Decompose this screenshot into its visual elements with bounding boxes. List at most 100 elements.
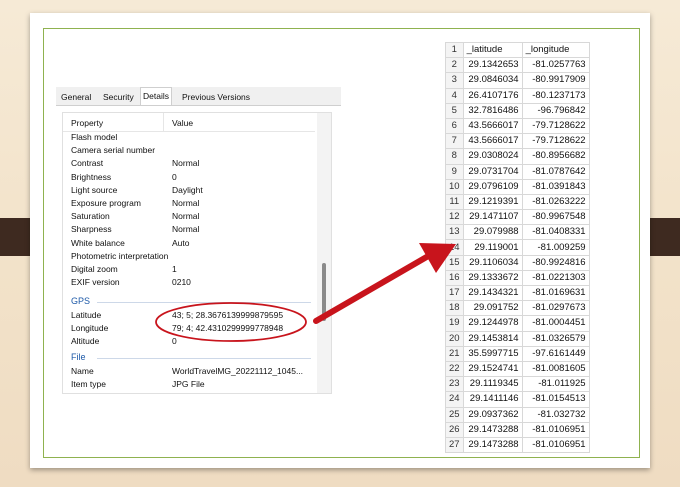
latitude-cell[interactable]: 29.1524741 [462, 360, 523, 378]
longitude-cell[interactable]: -81.032732 [521, 406, 590, 423]
row-number[interactable]: 22 [445, 360, 464, 378]
longitude-cell[interactable]: -81.0787642 [521, 163, 590, 180]
longitude-cell[interactable]: -81.0106951 [521, 436, 590, 454]
longitude-cell[interactable]: -81.0263222 [521, 193, 590, 211]
latitude-cell[interactable]: 35.5997715 [462, 345, 523, 362]
row-number[interactable]: 23 [445, 376, 464, 393]
tab-security[interactable]: Security [101, 90, 136, 104]
row-number[interactable]: 10 [445, 178, 464, 195]
row-number[interactable]: 9 [445, 163, 464, 180]
longitude-cell[interactable]: -81.0154513 [521, 391, 590, 408]
latitude-cell[interactable]: 29.1244978 [462, 315, 523, 332]
latitude-cell[interactable]: 29.1411146 [462, 391, 523, 408]
property-row[interactable]: Flash model [63, 131, 315, 144]
property-row[interactable]: Photometric interpretation [63, 250, 315, 263]
row-number[interactable]: 17 [445, 284, 464, 302]
longitude-cell[interactable]: -80.9967548 [521, 209, 590, 226]
latitude-cell[interactable]: 29.1333672 [462, 269, 523, 287]
latitude-cell[interactable]: 43.5666017 [462, 133, 523, 150]
longitude-cell[interactable]: -81.0004451 [521, 315, 590, 332]
value-column-header[interactable]: Value [172, 118, 193, 128]
gps-property-row[interactable]: Altitude 0 [63, 335, 315, 348]
tab-details[interactable]: Details [140, 87, 172, 105]
latitude-cell[interactable]: 29.1219391 [462, 193, 523, 211]
column-divider[interactable] [163, 113, 164, 131]
longitude-cell[interactable]: -97.6161449 [521, 345, 590, 362]
latitude-cell[interactable]: 43.5666017 [462, 117, 523, 135]
row-number[interactable]: 4 [445, 87, 464, 104]
latitude-cell[interactable]: 29.0731704 [462, 163, 523, 180]
row-number[interactable]: 27 [445, 436, 464, 454]
latitude-cell[interactable]: 29.079988 [462, 224, 523, 241]
longitude-cell[interactable]: -81.0408331 [521, 224, 590, 241]
latitude-cell[interactable]: 32.7816486 [462, 102, 523, 119]
row-number[interactable]: 3 [445, 72, 464, 89]
row-number[interactable]: 2 [445, 57, 464, 74]
row-number[interactable]: 1 [445, 41, 464, 59]
row-number[interactable]: 13 [445, 224, 464, 241]
longitude-cell[interactable]: -81.0081605 [521, 360, 590, 378]
longitude-cell[interactable]: -81.0221303 [521, 269, 590, 287]
header-cell-longitude[interactable]: _longitude [521, 41, 590, 59]
tab-previous-versions[interactable]: Previous Versions [180, 90, 252, 104]
file-property-row[interactable]: Item type JPG File [63, 378, 315, 391]
scrollbar[interactable] [317, 113, 331, 393]
row-number[interactable]: 25 [445, 406, 464, 423]
longitude-cell[interactable]: -81.0297673 [521, 300, 590, 317]
header-cell-latitude[interactable]: _latitude [462, 41, 523, 59]
longitude-cell[interactable]: -79.7128622 [521, 133, 590, 150]
longitude-cell[interactable]: -81.0326579 [521, 330, 590, 347]
latitude-cell[interactable]: 29.1434321 [462, 284, 523, 302]
gps-property-row[interactable]: Longitude 79; 4; 42.4310299999778948 [63, 322, 315, 335]
latitude-cell[interactable]: 29.1453814 [462, 330, 523, 347]
row-number[interactable]: 5 [445, 102, 464, 119]
latitude-cell[interactable]: 29.091752 [462, 300, 523, 317]
latitude-cell[interactable]: 29.0308024 [462, 148, 523, 165]
row-number[interactable]: 11 [445, 193, 464, 211]
row-number[interactable]: 20 [445, 330, 464, 347]
latitude-cell[interactable]: 29.1342653 [462, 57, 523, 74]
longitude-cell[interactable]: -81.0391843 [521, 178, 590, 195]
longitude-cell[interactable]: -81.011925 [521, 376, 590, 393]
row-number[interactable]: 18 [445, 300, 464, 317]
longitude-cell[interactable]: -81.0169631 [521, 284, 590, 302]
scrollbar-thumb[interactable] [322, 263, 326, 321]
longitude-cell[interactable]: -80.1237173 [521, 87, 590, 104]
row-number[interactable]: 8 [445, 148, 464, 165]
longitude-cell[interactable]: -80.9917909 [521, 72, 590, 89]
property-row[interactable]: EXIF version 0210 [63, 276, 315, 289]
gps-property-row[interactable]: Latitude 43; 5; 28.3676139999879595 [63, 309, 315, 322]
longitude-cell[interactable]: -96.796842 [521, 102, 590, 119]
tab-general[interactable]: General [59, 90, 93, 104]
latitude-cell[interactable]: 29.1473288 [462, 436, 523, 454]
property-row[interactable]: Digital zoom 1 [63, 263, 315, 276]
longitude-cell[interactable]: -80.8956682 [521, 148, 590, 165]
property-row[interactable]: Brightness 0 [63, 171, 315, 184]
property-row[interactable]: White balance Auto [63, 237, 315, 250]
longitude-cell[interactable]: -81.0106951 [521, 421, 590, 438]
property-row[interactable]: Sharpness Normal [63, 223, 315, 236]
property-row[interactable]: Camera serial number [63, 144, 315, 157]
latitude-cell[interactable]: 29.1471107 [462, 209, 523, 226]
latitude-cell[interactable]: 26.4107176 [462, 87, 523, 104]
longitude-cell[interactable]: -81.009259 [521, 239, 590, 256]
row-number[interactable]: 12 [445, 209, 464, 226]
row-number[interactable]: 15 [445, 254, 464, 271]
row-number[interactable]: 7 [445, 133, 464, 150]
longitude-cell[interactable]: -79.7128622 [521, 117, 590, 135]
property-row[interactable]: Exposure program Normal [63, 197, 315, 210]
latitude-cell[interactable]: 29.1106034 [462, 254, 523, 271]
latitude-cell[interactable]: 29.1473288 [462, 421, 523, 438]
longitude-cell[interactable]: -81.0257763 [521, 57, 590, 74]
file-property-row[interactable]: Name WorldTravelMG_20221112_1045... [63, 365, 315, 378]
property-column-header[interactable]: Property [71, 118, 103, 128]
row-number[interactable]: 26 [445, 421, 464, 438]
property-row[interactable]: Contrast Normal [63, 157, 315, 170]
row-number[interactable]: 19 [445, 315, 464, 332]
row-number[interactable]: 24 [445, 391, 464, 408]
row-number[interactable]: 16 [445, 269, 464, 287]
latitude-cell[interactable]: 29.119001 [462, 239, 523, 256]
latitude-cell[interactable]: 29.0846034 [462, 72, 523, 89]
row-number[interactable]: 21 [445, 345, 464, 362]
row-number[interactable]: 14 [445, 239, 464, 256]
